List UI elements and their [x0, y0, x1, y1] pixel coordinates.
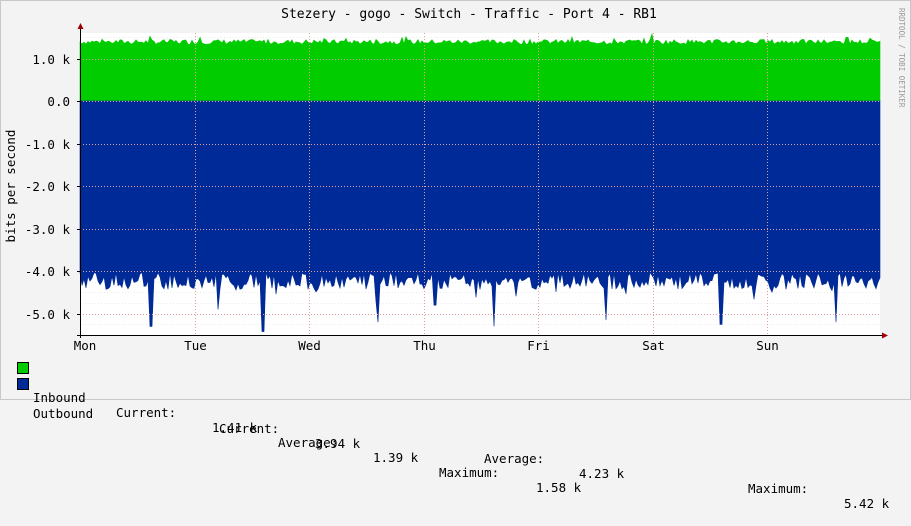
outbound-maximum: 5.42 k: [844, 496, 890, 511]
inbound-swatch: [17, 362, 29, 374]
legend-inbound: Inbound Current: 1.41 k Average: 1.39 k …: [17, 360, 897, 495]
inbound-current-label: Current:: [116, 405, 177, 420]
outbound-name: Outbound: [33, 406, 94, 421]
y-tick-label: 0.0: [47, 94, 70, 109]
chart-canvas: Stezery - gogo - Switch - Traffic - Port…: [0, 0, 911, 400]
outbound-average: 4.23 k: [579, 466, 625, 481]
inbound-average: 1.39 k: [373, 450, 419, 465]
outbound-current: 3.94 k: [315, 436, 361, 451]
traffic-graph: Stezery - gogo - Switch - Traffic - Port…: [0, 0, 911, 511]
outbound-average-label: Average:: [484, 451, 545, 466]
series-area-inbound: [79, 32, 881, 102]
x-tick-label: Sat: [642, 338, 665, 353]
legend-outbound: Outbound Current: 3.94 k Average: 4.23 k…: [17, 376, 897, 511]
x-tick-label: Mon: [74, 338, 97, 353]
y-tick-label: -3.0 k: [25, 222, 71, 237]
watermark: RRDTOOL / TOBI OETIKER: [897, 8, 906, 108]
outbound-swatch: [17, 378, 29, 390]
y-tick-label: -1.0 k: [25, 137, 71, 152]
inbound-maximum-label: Maximum:: [439, 465, 500, 480]
x-tick-label: Tue: [184, 338, 207, 353]
y-axis-label: bits per second: [3, 130, 18, 243]
x-tick-label: Thu: [413, 338, 436, 353]
chart-title: Stezery - gogo - Switch - Traffic - Port…: [281, 7, 657, 22]
outbound-maximum-label: Maximum:: [748, 481, 809, 496]
y-tick-label: -2.0 k: [25, 179, 71, 194]
y-tick-label: -4.0 k: [25, 264, 71, 279]
y-tick-label: -5.0 k: [25, 307, 71, 322]
y-tick-label: 1.0 k: [32, 52, 70, 67]
outbound-current-label: Current:: [219, 421, 280, 436]
x-tick-label: Fri: [527, 338, 550, 353]
x-tick-label: Wed: [298, 338, 321, 353]
x-tick-label: Sun: [756, 338, 779, 353]
inbound-maximum: 1.58 k: [536, 480, 582, 495]
